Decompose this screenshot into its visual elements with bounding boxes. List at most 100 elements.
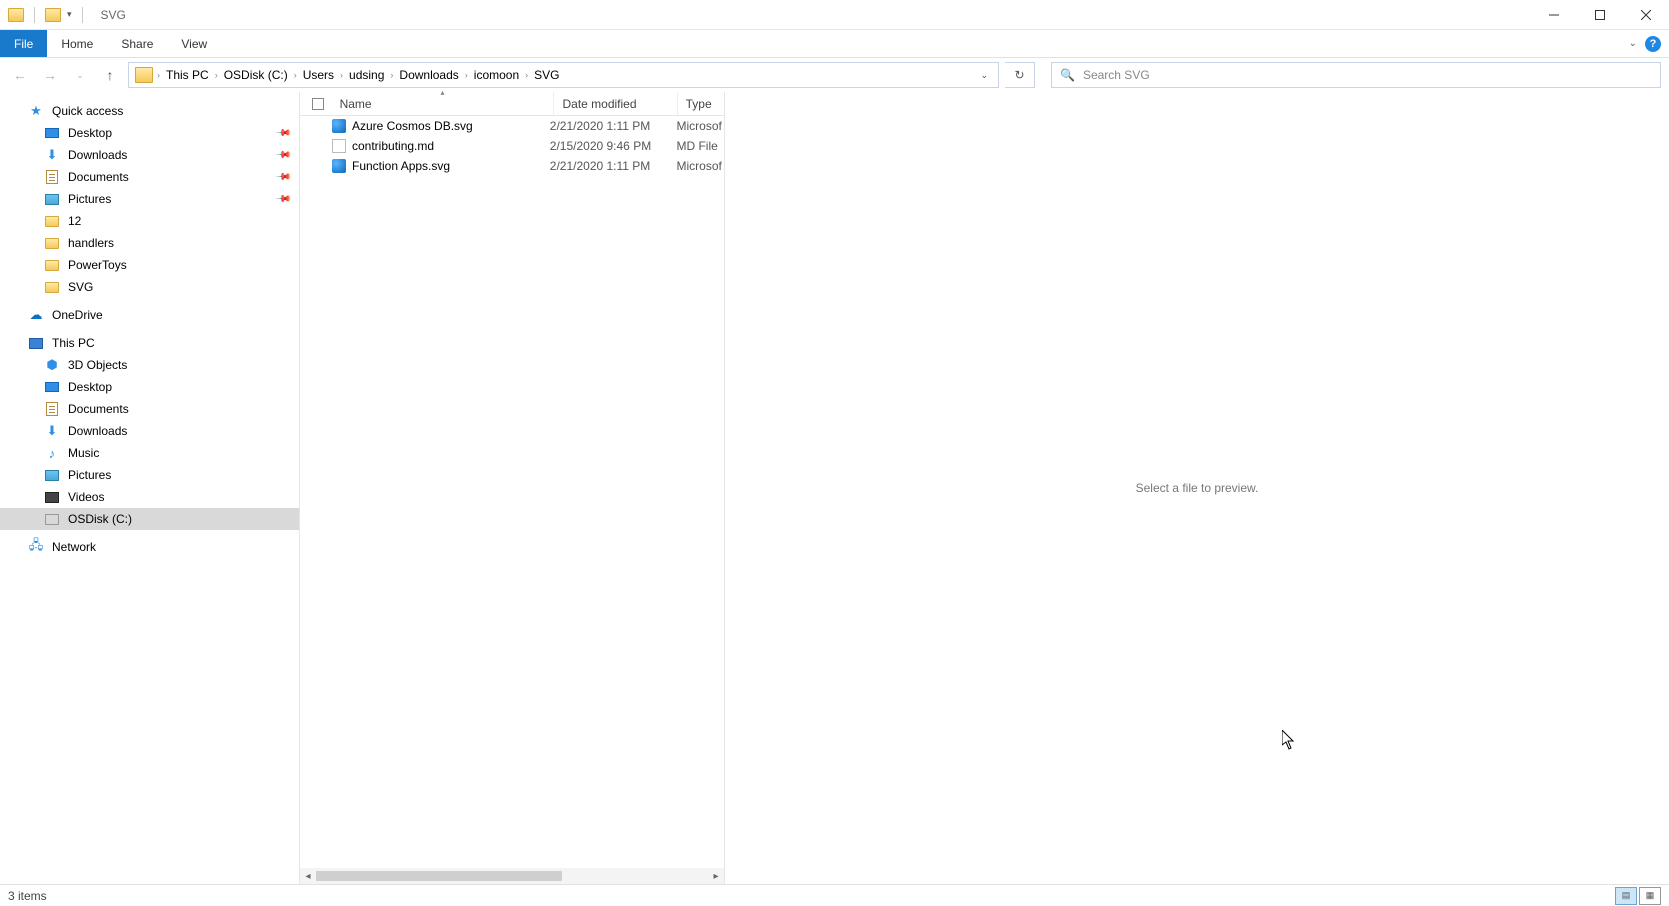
file-row[interactable]: Function Apps.svg2/21/2020 1:11 PMMicros… (300, 156, 724, 176)
sidebar-item[interactable]: OSDisk (C:) (0, 508, 299, 530)
sidebar-this-pc[interactable]: This PC (0, 332, 299, 354)
details-view-button[interactable]: ▤ (1615, 887, 1637, 905)
forward-button[interactable]: → (38, 63, 62, 87)
sidebar-item[interactable]: ♪ Music (0, 442, 299, 464)
tab-file[interactable]: File (0, 30, 47, 57)
file-icon (332, 119, 346, 133)
select-all-checkbox[interactable] (312, 98, 324, 110)
minimize-button[interactable] (1531, 0, 1577, 30)
pin-icon: 📌 (274, 169, 291, 186)
back-button[interactable]: ← (8, 63, 32, 87)
sidebar-item[interactable]: PowerToys (0, 254, 299, 276)
column-header-date[interactable]: Date modified (554, 92, 677, 115)
disk-icon (45, 514, 59, 525)
sidebar-item[interactable]: SVG (0, 276, 299, 298)
address-dropdown-icon[interactable]: ⌄ (972, 70, 996, 81)
sidebar-item[interactable]: ⬇Downloads📌 (0, 144, 299, 166)
item-count: 3 items (8, 889, 47, 903)
sidebar-quick-access[interactable]: ★ Quick access (0, 100, 299, 122)
breadcrumb-item[interactable]: Users (297, 63, 340, 87)
up-button[interactable]: ↑ (98, 63, 122, 87)
pin-icon: 📌 (274, 147, 291, 164)
cloud-icon: ☁ (28, 308, 44, 322)
file-name: Azure Cosmos DB.svg (352, 119, 473, 133)
sort-asc-icon: ▴ (441, 88, 445, 97)
folder-icon (45, 260, 59, 271)
sidebar-network[interactable]: 🖧 Network (0, 536, 299, 558)
sidebar-item-label: 3D Objects (68, 358, 127, 372)
refresh-button[interactable]: ↻ (1005, 62, 1035, 88)
thumbnails-view-button[interactable]: ▦ (1639, 887, 1661, 905)
ribbon-collapse-icon[interactable]: ⌄ (1629, 38, 1637, 49)
scroll-thumb[interactable] (316, 871, 562, 881)
sidebar-item[interactable]: Documents (0, 398, 299, 420)
column-header-type[interactable]: Type (678, 92, 724, 115)
sidebar-item[interactable]: Pictures📌 (0, 188, 299, 210)
network-icon: 🖧 (28, 540, 44, 554)
star-icon: ★ (28, 104, 44, 118)
music-icon: ♪ (49, 446, 56, 461)
tab-home[interactable]: Home (47, 30, 107, 57)
help-icon[interactable]: ? (1645, 36, 1661, 52)
preview-pane: Select a file to preview. (725, 92, 1669, 884)
sidebar-item-label: PowerToys (68, 258, 127, 272)
desktop-icon (45, 128, 59, 138)
sidebar-onedrive[interactable]: ☁ OneDrive (0, 304, 299, 326)
pc-icon (29, 338, 43, 349)
breadcrumb-item[interactable]: This PC (160, 63, 215, 87)
qat-dropdown-icon[interactable]: ▾ (67, 9, 72, 20)
breadcrumb-item[interactable]: SVG (528, 63, 565, 87)
file-type: MD File (676, 139, 724, 153)
preview-empty-text: Select a file to preview. (1136, 481, 1259, 495)
sidebar-item[interactable]: handlers (0, 232, 299, 254)
sidebar-item-label: Desktop (68, 380, 112, 394)
column-header-name[interactable]: ▴ Name (332, 92, 555, 115)
recent-dropdown[interactable]: ⌄ (68, 63, 92, 87)
file-type: Microsof (676, 159, 724, 173)
down-icon: ⬇ (47, 423, 58, 439)
breadcrumb-item[interactable]: udsing (343, 63, 390, 87)
3d-icon: ⬢ (46, 357, 57, 373)
sidebar-item[interactable]: Pictures (0, 464, 299, 486)
file-list-pane: ▴ Name Date modified Type Azure Cosmos D… (300, 92, 725, 884)
folder-icon (45, 282, 59, 293)
sidebar-item-label: Documents (68, 402, 129, 416)
horizontal-scrollbar[interactable]: ◂ ▸ (300, 868, 724, 884)
file-row[interactable]: contributing.md2/15/2020 9:46 PMMD File (300, 136, 724, 156)
sidebar-item-label: Music (68, 446, 99, 460)
tab-share[interactable]: Share (107, 30, 167, 57)
scroll-left-icon[interactable]: ◂ (300, 871, 316, 882)
qat-folder-icon[interactable] (45, 8, 61, 22)
file-row[interactable]: Azure Cosmos DB.svg2/21/2020 1:11 PMMicr… (300, 116, 724, 136)
address-folder-icon (135, 67, 153, 83)
doc-icon (46, 402, 58, 416)
sidebar-item[interactable]: ⬇Downloads (0, 420, 299, 442)
search-box[interactable]: 🔍 Search SVG (1051, 62, 1661, 88)
sidebar-item[interactable]: Documents📌 (0, 166, 299, 188)
file-type: Microsof (676, 119, 724, 133)
sidebar-label: Network (52, 540, 96, 554)
file-icon (332, 159, 346, 173)
video-icon (45, 492, 59, 503)
breadcrumb-item[interactable]: OSDisk (C:) (218, 63, 294, 87)
sidebar-item[interactable]: Desktop📌 (0, 122, 299, 144)
sidebar-item[interactable]: Desktop (0, 376, 299, 398)
folder-icon (45, 216, 59, 227)
folder-icon (45, 238, 59, 249)
sidebar-item[interactable]: Videos (0, 486, 299, 508)
sidebar-item[interactable]: ⬢ 3D Objects (0, 354, 299, 376)
sidebar-item-label: Pictures (68, 468, 111, 482)
sidebar-item-label: OSDisk (C:) (68, 512, 132, 526)
address-bar[interactable]: › This PC › OSDisk (C:) › Users › udsing… (128, 62, 999, 88)
maximize-button[interactable] (1577, 0, 1623, 30)
tab-view[interactable]: View (167, 30, 221, 57)
search-placeholder: Search SVG (1083, 68, 1150, 82)
search-icon: 🔍 (1060, 68, 1075, 82)
scroll-right-icon[interactable]: ▸ (708, 871, 724, 882)
sidebar-item-label: Videos (68, 490, 104, 504)
breadcrumb-item[interactable]: Downloads (393, 63, 464, 87)
breadcrumb-item[interactable]: icomoon (468, 63, 525, 87)
address-row: ← → ⌄ ↑ › This PC › OSDisk (C:) › Users … (0, 58, 1669, 92)
close-button[interactable] (1623, 0, 1669, 30)
sidebar-item[interactable]: 12 (0, 210, 299, 232)
